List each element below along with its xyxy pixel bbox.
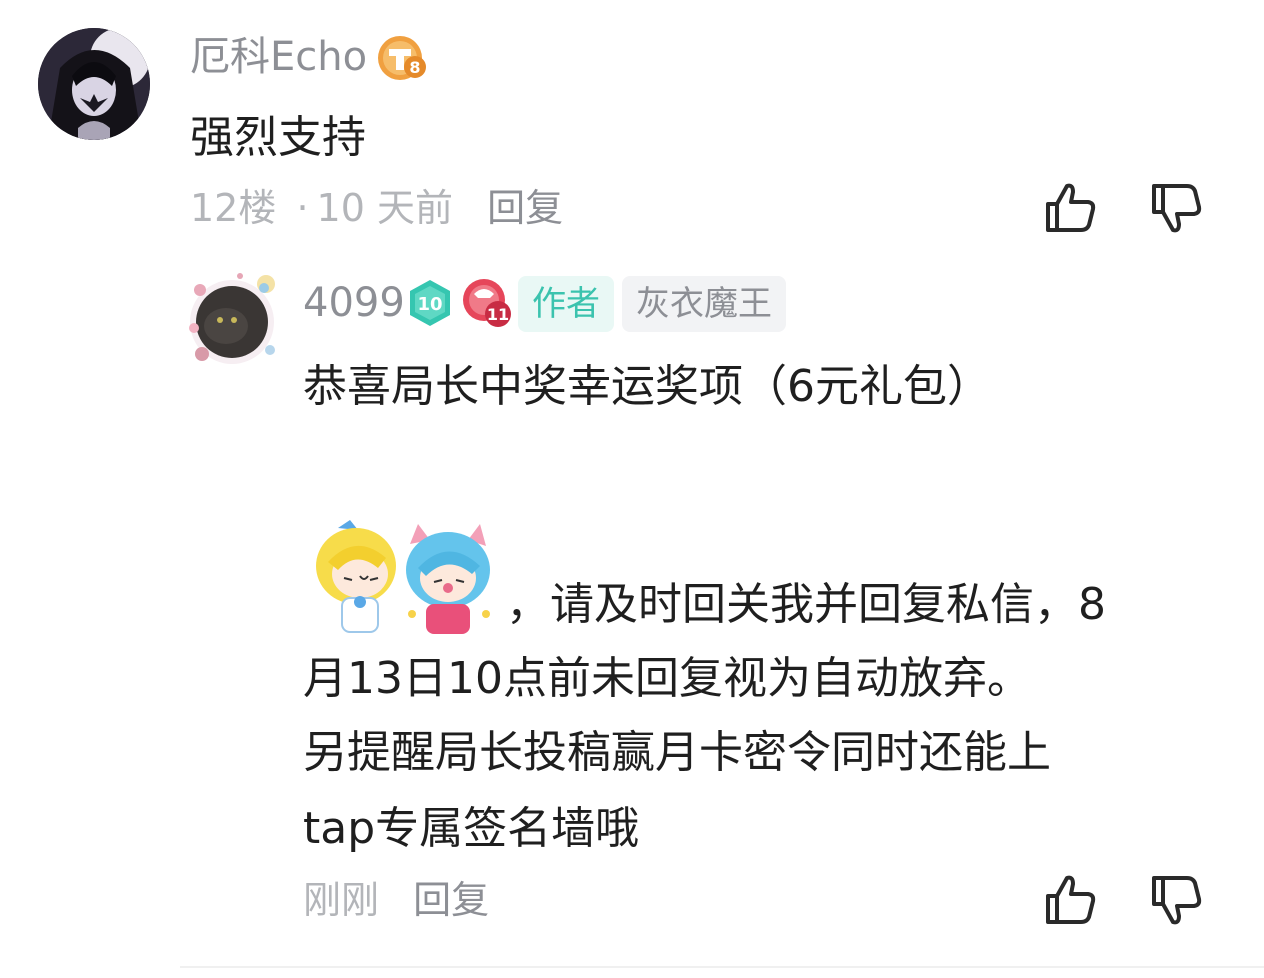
like-icon: [1046, 183, 1096, 232]
avatar-image: [38, 28, 150, 140]
dislike-icon: [1152, 184, 1202, 233]
reply-button[interactable]: 回复: [487, 186, 563, 230]
username[interactable]: 厄科Echo: [190, 32, 367, 82]
floor-number: 12楼: [190, 186, 277, 230]
reply-like-button[interactable]: [1040, 870, 1100, 930]
level-badge-number: 10: [417, 294, 442, 315]
comment-content: 强烈支持: [190, 112, 366, 163]
like-button[interactable]: [1040, 178, 1100, 238]
fan-badge-number: 11: [487, 305, 509, 324]
reply-username[interactable]: 4099: [303, 278, 405, 328]
reply-time: 刚刚: [303, 878, 380, 922]
reply-avatar[interactable]: [180, 268, 284, 368]
sticker-image: [308, 518, 498, 638]
like-icon: [1046, 875, 1096, 924]
reply-dislike-button[interactable]: [1146, 870, 1206, 930]
reply-content-line-4: 另提醒局长投稿赢月卡密令同时还能上: [303, 727, 1051, 778]
reply-content-line-3: 月13日10点前未回复视为自动放弃。: [303, 653, 1031, 704]
level-badge-icon: 10: [405, 278, 455, 328]
avatar-frame-image: [189, 273, 275, 364]
fan-badge-icon: 11: [460, 276, 514, 330]
comment-meta: 12楼 · 10 天前 回复: [190, 184, 563, 232]
reply-button[interactable]: 回复: [413, 878, 489, 922]
avatar[interactable]: [38, 28, 150, 140]
dislike-button[interactable]: [1146, 178, 1206, 238]
comment-time: 10 天前: [316, 186, 453, 230]
meta-separator: ·: [296, 186, 309, 230]
divider: [180, 966, 1264, 968]
title-tag: 灰衣魔王: [622, 276, 786, 332]
reply-meta: 刚刚 回复: [303, 876, 489, 924]
level-badge-number: 8: [409, 58, 420, 77]
level-badge-icon: 8: [376, 34, 428, 82]
dislike-icon: [1152, 876, 1202, 925]
comment-thread: 厄科Echo 8 强烈支持 12楼 · 10 天前 回复 4099 10 11 …: [0, 0, 1264, 978]
reply-content-line-5: tap专属签名墙哦: [303, 803, 640, 854]
reply-content-line-1: 恭喜局长中奖幸运奖项（6元礼包）: [303, 361, 991, 412]
reply-content-line-2: ，请及时回关我并回复私信，8: [506, 579, 1106, 630]
author-tag: 作者: [518, 276, 614, 332]
